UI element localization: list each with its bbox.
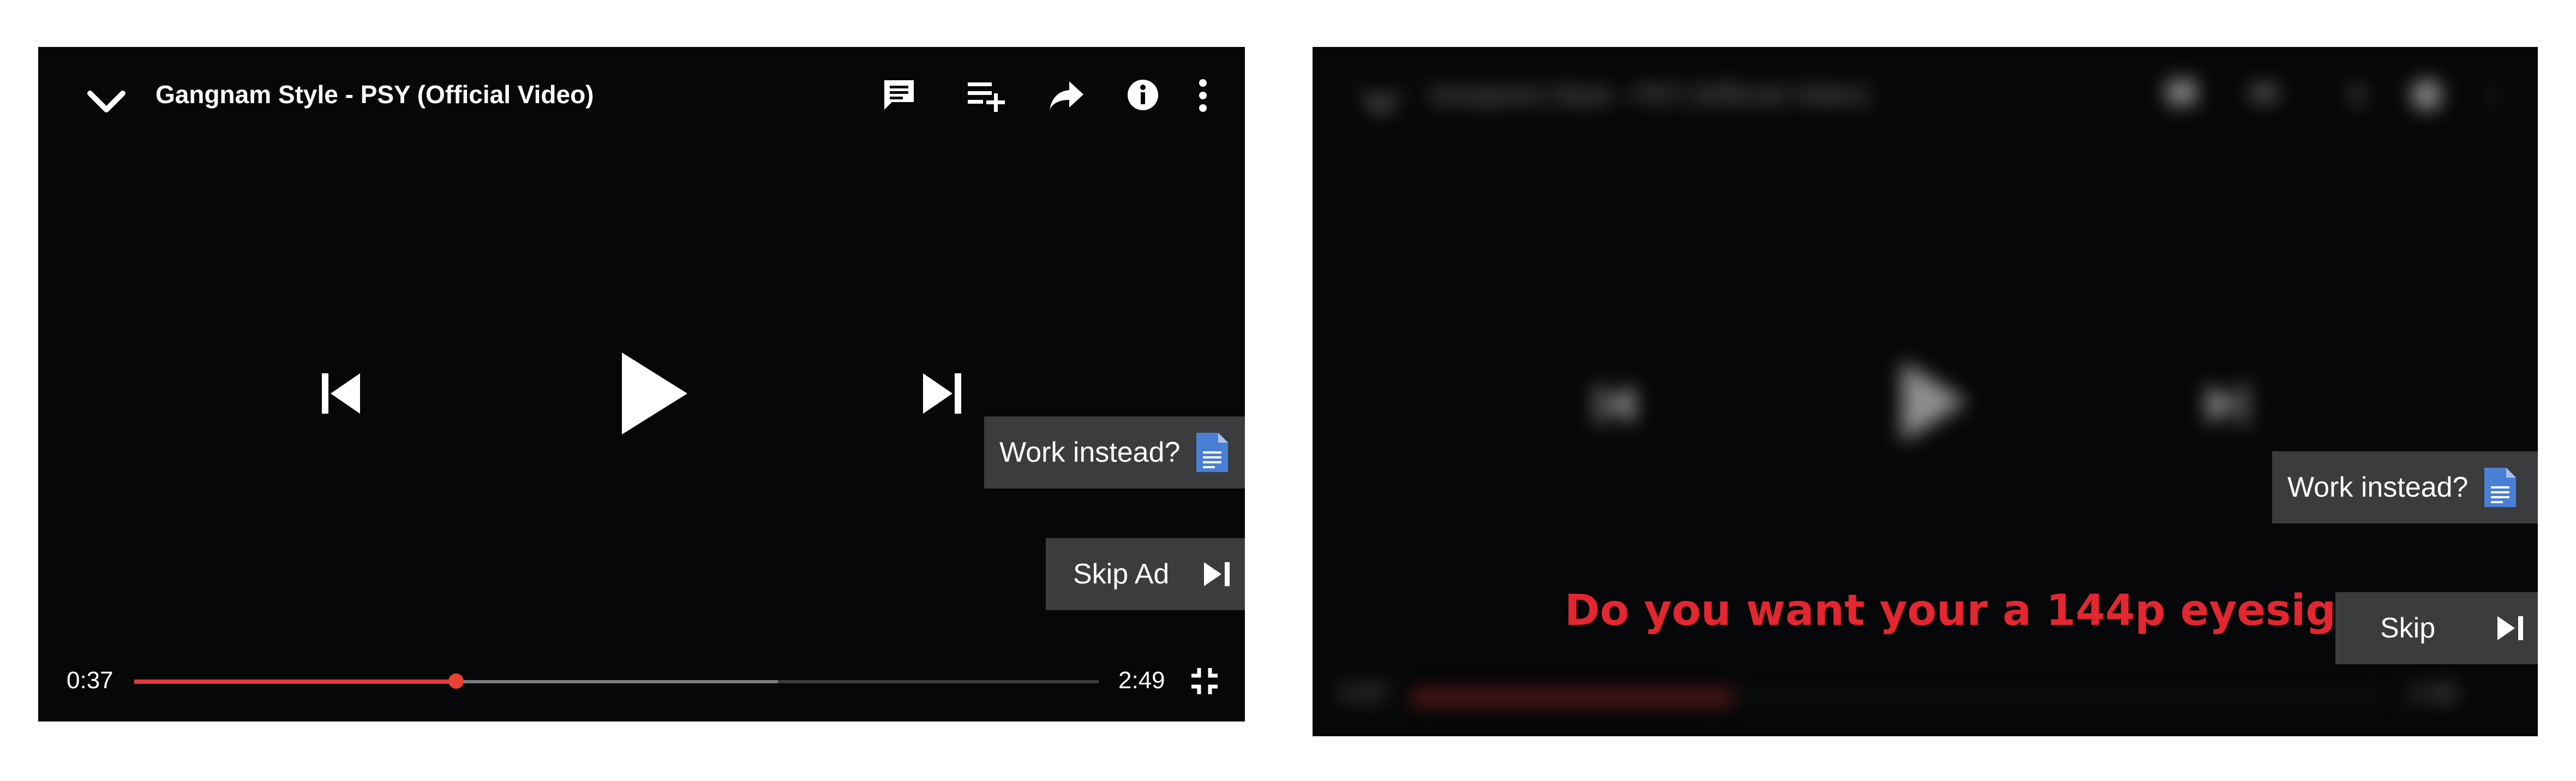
duration-blurred: 2:49 xyxy=(2409,680,2456,707)
eyesight-prompt: Do you want your a 144p eyesight ? xyxy=(1565,586,2427,635)
previous-icon xyxy=(1596,384,1634,425)
work-instead-label: Work instead? xyxy=(999,437,1181,468)
skip-ad-button[interactable]: Skip Ad xyxy=(1046,538,1245,610)
info-icon[interactable] xyxy=(1125,77,1160,112)
more-vert-icon[interactable] xyxy=(1195,76,1211,115)
video-player-normal[interactable]: Gangnam Style - PSY (Official Video) Wor… xyxy=(38,47,1245,722)
google-docs-icon xyxy=(2484,468,2517,507)
add-to-playlist-icon[interactable] xyxy=(966,77,1007,113)
play-icon[interactable] xyxy=(616,350,693,437)
exit-fullscreen-icon[interactable] xyxy=(1189,666,1220,696)
progress-scrubber[interactable] xyxy=(448,673,464,689)
next-icon[interactable] xyxy=(918,369,967,418)
play-icon xyxy=(1902,361,1967,443)
progress-played xyxy=(134,679,456,684)
duration: 2:49 xyxy=(1118,667,1165,694)
chevron-down-icon xyxy=(1362,91,1399,114)
current-time: 0:37 xyxy=(67,667,113,694)
more-vert-icon xyxy=(2489,91,2498,100)
progress-track-blurred xyxy=(1733,694,2387,697)
skip-next-icon xyxy=(1204,562,1230,586)
chevron-down-icon[interactable] xyxy=(85,85,128,118)
skip-ad-label: Skip Ad xyxy=(1073,558,1170,590)
comparison-stage: Gangnam Style - PSY (Official Video) Wor… xyxy=(0,0,2576,781)
skip-button[interactable]: Skip xyxy=(2335,592,2538,664)
skip-next-icon xyxy=(2497,616,2524,640)
work-instead-label: Work instead? xyxy=(2287,472,2469,503)
google-docs-icon xyxy=(1196,433,1229,472)
work-instead-button[interactable]: Work instead? xyxy=(2272,451,2538,523)
share-icon[interactable] xyxy=(1047,77,1086,113)
current-time-blurred: 0:37 xyxy=(1341,680,1388,707)
comments-icon xyxy=(2167,80,2196,104)
skip-label: Skip xyxy=(2380,612,2436,644)
next-icon xyxy=(2207,384,2246,425)
video-player-blurred[interactable]: Gangnam Style - PSY (Official Video) 0:3… xyxy=(1313,47,2538,736)
previous-icon[interactable] xyxy=(316,369,366,418)
share-icon xyxy=(2352,81,2367,108)
progress-played-blurred xyxy=(1411,692,1733,703)
video-title: Gangnam Style - PSY (Official Video) xyxy=(155,80,594,109)
video-title-blurred: Gangnam Style - PSY (Official Video) xyxy=(1430,80,1868,109)
work-instead-button[interactable]: Work instead? xyxy=(984,416,1245,488)
add-to-playlist-icon xyxy=(2250,85,2278,101)
comments-icon[interactable] xyxy=(881,77,917,113)
info-icon xyxy=(2411,80,2442,110)
